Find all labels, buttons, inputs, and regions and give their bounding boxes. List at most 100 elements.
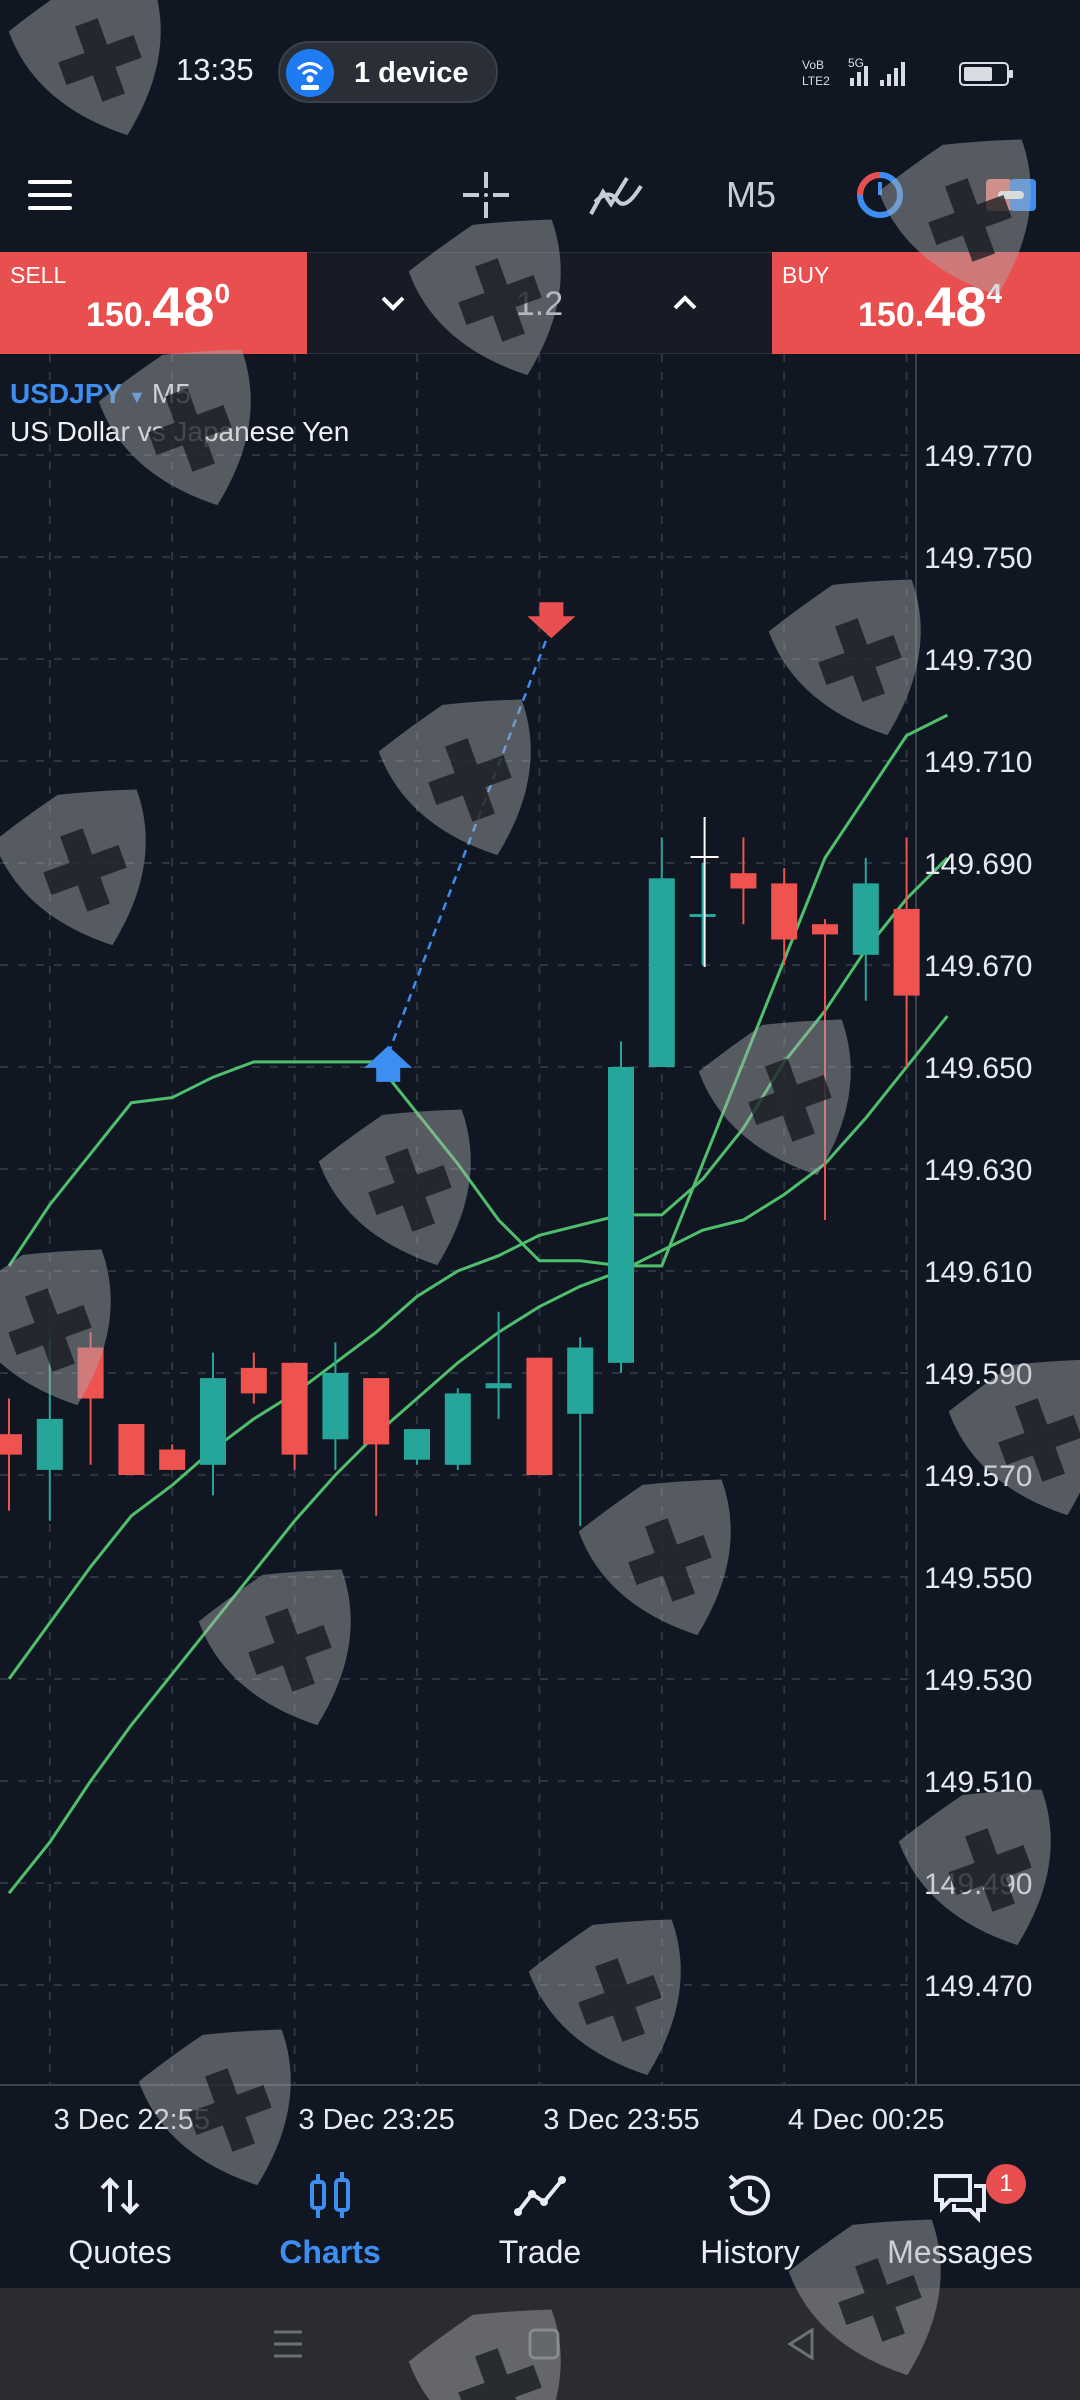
candle: [404, 1429, 430, 1465]
candle: [159, 1444, 186, 1470]
trade-icon: [510, 2166, 570, 2226]
buy-arrow-icon: [364, 1045, 413, 1082]
indicators-icon[interactable]: [586, 160, 646, 230]
history-icon: [720, 2166, 780, 2226]
price-tick-label: 149.530: [924, 1664, 1032, 1697]
candle: [36, 1337, 63, 1521]
nav-label: Charts: [279, 2234, 381, 2270]
messages-icon: [930, 2166, 990, 2226]
chart-toolbar: M5: [0, 140, 1080, 252]
timeframe-selector[interactable]: M5: [716, 160, 786, 230]
candle-body: [363, 1378, 390, 1445]
chart-symbol-header[interactable]: USDJPY ▼ M5: [10, 378, 191, 410]
battery-icon: [959, 62, 1013, 86]
price-tick-label: 149.590: [924, 1358, 1032, 1391]
timeframe-label: M5: [725, 174, 776, 215]
price-tick-label: 149.490: [924, 1868, 1032, 1901]
nav-trade[interactable]: Trade: [440, 2148, 640, 2288]
candle-body: [281, 1362, 308, 1455]
price-tick-label: 149.610: [924, 1256, 1032, 1289]
nav-quotes[interactable]: Quotes: [20, 2148, 220, 2288]
quotes-icon: [90, 2166, 150, 2226]
candle: [852, 857, 879, 1001]
price-tick-label: 149.650: [924, 1052, 1032, 1085]
svg-text:5G: 5G: [848, 56, 864, 70]
connected-device-pill[interactable]: 1 device: [278, 41, 498, 103]
nav-label: Trade: [498, 2234, 582, 2270]
color-scheme-icon[interactable]: [980, 160, 1042, 230]
candle-body: [852, 883, 879, 955]
recent-apps-icon[interactable]: [268, 2324, 308, 2364]
buy-label: BUY: [782, 262, 830, 288]
home-icon[interactable]: [524, 2324, 564, 2364]
candle: [526, 1357, 553, 1475]
lot-size-control: 1.2: [307, 252, 772, 354]
trade-connector-line: [387, 625, 553, 1055]
back-icon[interactable]: [782, 2324, 822, 2364]
nav-messages[interactable]: 1 Messages: [860, 2148, 1060, 2288]
one-click-trade-panel: SELL 150.480 1.2 BUY 150.484: [0, 252, 1080, 354]
candle-body: [200, 1378, 226, 1465]
candle: [363, 1378, 390, 1516]
one-click-trading-icon[interactable]: [850, 160, 910, 230]
candle: [567, 1337, 594, 1526]
time-tick-label: 3 Dec 23:55: [543, 2104, 699, 2136]
signal-icon: 5G: [848, 56, 905, 86]
lot-increase-chevron-up-icon[interactable]: [665, 283, 705, 323]
candle: [648, 837, 675, 1067]
candle-body: [240, 1367, 267, 1394]
crosshair-icon[interactable]: [456, 160, 516, 230]
time-tick-label: 4 Dec 00:25: [788, 2104, 944, 2136]
candle: [444, 1388, 471, 1470]
price-tick-label: 149.510: [924, 1766, 1032, 1799]
nav-charts[interactable]: Charts: [230, 2148, 430, 2288]
device-count-label: 1 device: [354, 57, 469, 89]
price-chart[interactable]: 149.770 149.750 149.730 149.710 149.690 149.6…: [0, 354, 1080, 2148]
nav-history[interactable]: History: [650, 2148, 850, 2288]
candle: [771, 868, 798, 965]
wifi-hotspot-icon: [286, 49, 334, 97]
hamburger-menu-icon[interactable]: [20, 160, 82, 230]
candle: [281, 1362, 308, 1470]
price-tick-label: 149.470: [924, 1970, 1032, 2003]
candle-body: [893, 908, 920, 996]
band-line-upper: [7, 713, 949, 1268]
system-navigation-bar: [0, 2288, 1080, 2400]
time-tick-label: 3 Dec 23:25: [298, 2104, 454, 2136]
candle: [118, 1424, 145, 1475]
candle-body: [608, 1067, 634, 1363]
buy-button[interactable]: BUY 150.484: [772, 252, 1080, 354]
price-tick-label: 149.750: [924, 542, 1032, 575]
symbol-description: US Dollar vs Japanese Yen: [10, 416, 350, 447]
band-line-middle: [7, 856, 949, 1680]
nav-label: Quotes: [68, 2234, 172, 2270]
candle-body: [648, 878, 675, 1067]
candle: [77, 1332, 104, 1465]
candle-body: [77, 1347, 104, 1399]
sell-arrow-icon: [527, 602, 576, 639]
candle-body: [812, 924, 838, 935]
price-tick-label: 149.630: [924, 1154, 1032, 1187]
buy-price: 150.484: [858, 275, 1003, 338]
bottom-navigation: Quotes Charts Trade History 1 Messages: [0, 2148, 1080, 2288]
price-tick-label: 149.570: [924, 1460, 1032, 1493]
candle: [608, 1041, 634, 1373]
candle: [730, 837, 757, 925]
candle-body: [159, 1449, 186, 1470]
time-tick-label: 3 Dec 22:55: [54, 2104, 210, 2136]
candle: [689, 863, 716, 965]
candle: [200, 1352, 226, 1496]
candle-body: [567, 1347, 594, 1414]
messages-unread-badge: 1: [986, 2164, 1026, 2204]
symbol-code: USDJPY: [10, 378, 123, 409]
price-tick-label: 149.770: [924, 440, 1032, 473]
candle-body: [0, 1434, 22, 1455]
price-tick-label: 149.550: [924, 1562, 1032, 1595]
candle-body: [485, 1383, 512, 1389]
nav-label: History: [700, 2234, 800, 2270]
svg-text:VoB: VoB: [802, 58, 824, 72]
symbol-dropdown-icon: ▼: [128, 387, 146, 407]
candle: [0, 1398, 22, 1511]
sell-button[interactable]: SELL 150.480: [0, 252, 307, 354]
candle-body: [444, 1393, 471, 1465]
